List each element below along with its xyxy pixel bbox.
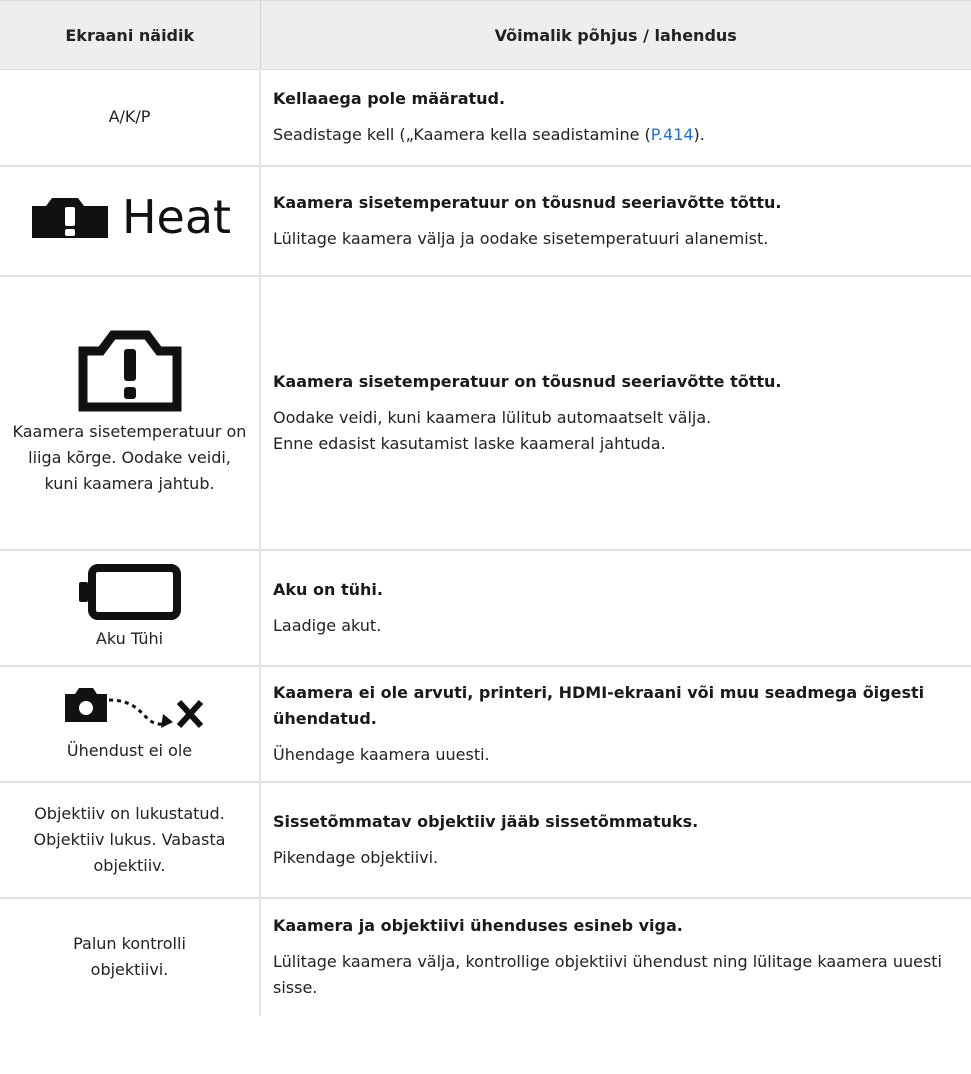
description-cell: Sissetõmmatav objektiiv jääb sissetõmmat… <box>260 781 971 899</box>
cause-text: Aku on tühi. <box>273 579 383 599</box>
camera-warning-icon <box>78 330 181 411</box>
table-row: Objektiiv on lukustatud. Objektiiv lukus… <box>0 781 971 899</box>
symbol-cell: Palun kontrolli objektiivi. <box>0 897 261 1016</box>
description-cell: Kaamera sisetemperatuur on tõusnud seeri… <box>260 275 971 551</box>
battery-empty-icon <box>78 563 181 620</box>
cause-text: Kaamera sisetemperatuur on tõusnud seeri… <box>273 192 782 212</box>
cause-text: Sissetõmmatav objektiiv jääb sissetõmmat… <box>273 811 699 831</box>
table-row: Palun kontrolli objektiivi. Kaamera ja o… <box>0 897 971 1016</box>
solution-text: Pikendage objektiivi. <box>273 847 439 867</box>
table-row: Aku Tühi Aku on tühi. Laadige akut. <box>0 549 971 667</box>
solution-text: Laadige akut. <box>273 615 382 635</box>
symbol-text: Objektiiv on lukustatud. Objektiiv lukus… <box>33 803 226 875</box>
error-message-table: Ekraani näidik Võimalik põhjus / lahendu… <box>0 0 971 1016</box>
symbol-text: Aku Tühi <box>95 628 164 648</box>
warning-heat-icon <box>31 197 108 238</box>
table-row: Heat Kaamera sisetemperatuur on tõusnud … <box>0 165 971 277</box>
solution-text: Ühendage kaamera uuesti. <box>273 744 490 764</box>
table-row: Ühendust ei ole Kaamera ei ole arvuti, p… <box>0 665 971 783</box>
heat-warning-indicator: Heat <box>28 194 231 240</box>
solution-text-end: ). <box>693 125 705 145</box>
cause-text: Kellaaega pole määratud. <box>273 89 506 109</box>
cause-text: Kaamera sisetemperatuur on tõusnud seeri… <box>273 371 782 391</box>
symbol-cell: Heat <box>0 165 261 277</box>
symbol-cell: Aku Tühi <box>0 549 261 667</box>
solution-text-start: Seadistage kell („Kaamera kella seadista… <box>273 125 651 145</box>
solution-text-line1: Oodake veidi, kuni kaamera lülitub autom… <box>273 407 712 427</box>
symbol-cell: Kaamera sisetemperatuur on liiga kõrge. … <box>0 275 261 551</box>
symbol-cell: A/K/P <box>0 69 261 167</box>
table-row: A/K/P Kellaaega pole määratud. Seadistag… <box>0 69 971 167</box>
solution-text-line2: Enne edasist kasutamist laske kaameral j… <box>273 433 666 453</box>
header-cause-solution: Võimalik põhjus / lahendus <box>260 0 971 70</box>
description-cell: Aku on tühi. Laadige akut. <box>260 549 971 667</box>
symbol-cell: Objektiiv on lukustatud. Objektiiv lukus… <box>0 781 261 899</box>
solution-text: Lülitage kaamera välja, kontrollige obje… <box>273 952 942 997</box>
description-cell: Kellaaega pole määratud. Seadistage kell… <box>260 69 971 167</box>
symbol-text: Ühendust ei ole <box>66 740 193 760</box>
header-screen-indicator: Ekraani näidik <box>0 0 261 70</box>
symbol-text: A/K/P <box>108 107 151 127</box>
solution-text: Seadistage kell („Kaamera kella seadista… <box>273 122 955 148</box>
table-row: Kaamera sisetemperatuur on liiga kõrge. … <box>0 275 971 551</box>
symbol-text: Palun kontrolli objektiivi. <box>73 934 186 979</box>
cause-text: Kaamera ja objektiivi ühenduses esineb v… <box>273 916 683 935</box>
heat-label: Heat <box>121 189 232 244</box>
description-cell: Kaamera sisetemperatuur on tõusnud seeri… <box>260 165 971 277</box>
description-cell: Kaamera ei ole arvuti, printeri, HDMI-ek… <box>260 665 971 783</box>
camera-disconnected-icon <box>64 687 203 728</box>
page-reference-link[interactable]: P.414 <box>651 125 694 144</box>
symbol-text: Kaamera sisetemperatuur on liiga kõrge. … <box>12 421 247 493</box>
cause-text: Kaamera ei ole arvuti, printeri, HDMI-ek… <box>273 682 925 728</box>
table-header-row: Ekraani näidik Võimalik põhjus / lahendu… <box>0 0 971 70</box>
solution-text: Lülitage kaamera välja ja oodake sisetem… <box>273 228 769 248</box>
description-cell: Kaamera ja objektiivi ühenduses esineb v… <box>260 898 971 1016</box>
symbol-cell: Ühendust ei ole <box>0 665 261 783</box>
